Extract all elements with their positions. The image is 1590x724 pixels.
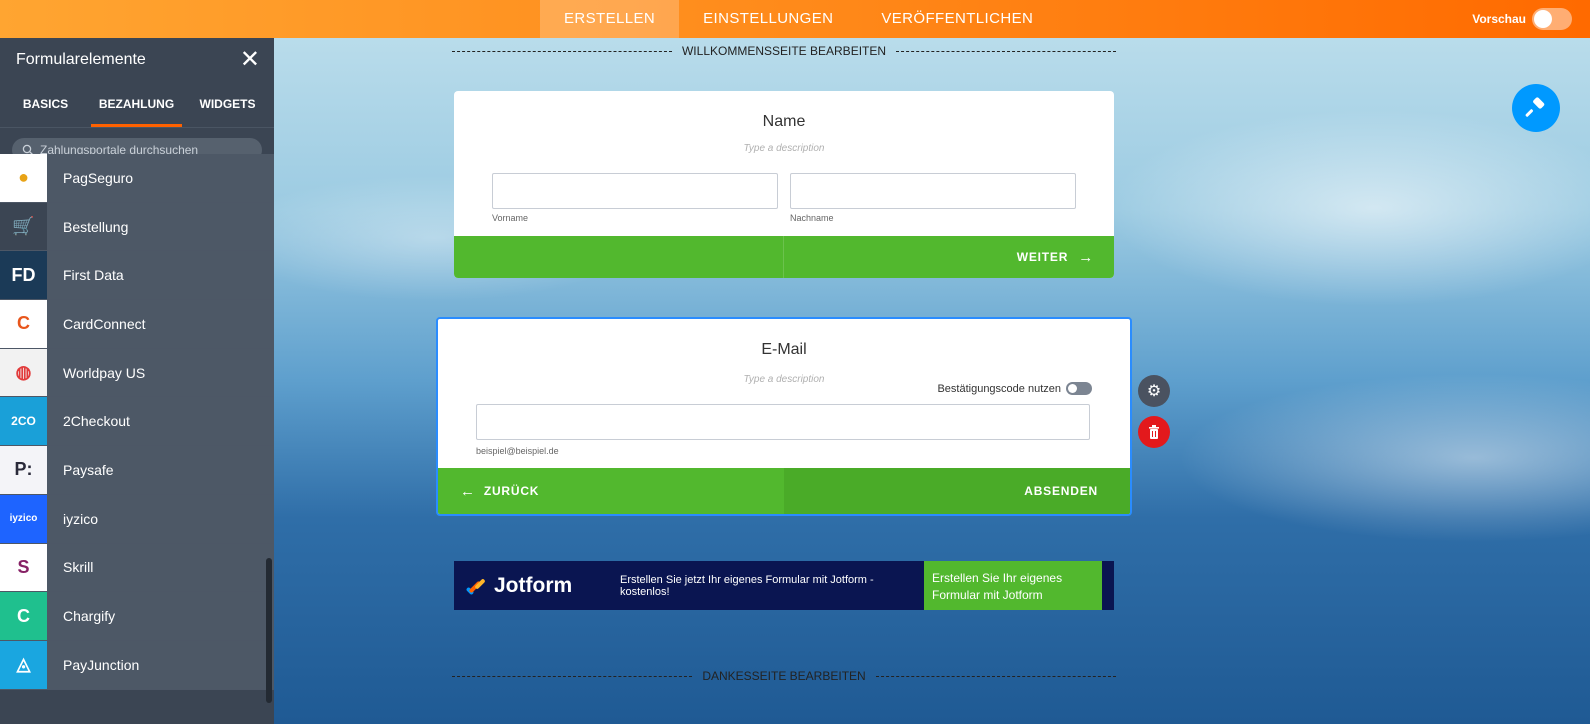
- jotform-message: Erstellen Sie jetzt Ihr eigenes Formular…: [620, 573, 874, 598]
- payment-gateway-item[interactable]: P: Paysafe: [0, 446, 274, 495]
- first-name-field[interactable]: [492, 173, 778, 209]
- payment-gateway-label: Bestellung: [63, 218, 129, 235]
- arrow-left-icon: ←: [460, 482, 476, 500]
- payment-gateway-item[interactable]: 2CO 2Checkout: [0, 397, 274, 447]
- gear-icon[interactable]: ⚙: [1138, 375, 1170, 407]
- next-button[interactable]: WEITER →: [784, 236, 1114, 278]
- email-title[interactable]: E-Mail: [438, 341, 1130, 359]
- name-card-footer: WEITER →: [454, 236, 1114, 278]
- jotform-logo[interactable]: Jotform: [454, 574, 620, 598]
- payjunction-icon: ◬: [0, 640, 47, 689]
- email-card-footer: ← ZURÜCK ABSENDEN: [438, 468, 1130, 514]
- trash-icon[interactable]: [1138, 416, 1170, 448]
- footer-left: [454, 236, 784, 278]
- payment-gateway-item[interactable]: C CardConnect: [0, 300, 274, 349]
- back-label: ZURÜCK: [483, 484, 540, 498]
- paysafe-icon: P:: [0, 446, 47, 494]
- payment-gateway-label: Worldpay US: [63, 364, 146, 381]
- thanks-page-label: DANKESSEITE BEARBEITEN: [702, 669, 866, 683]
- payment-gateway-label: CardConnect: [63, 315, 146, 332]
- sidebar-scrollbar[interactable]: [266, 558, 272, 703]
- form-designer-button[interactable]: [1512, 84, 1560, 132]
- form-canvas: WILLKOMMENSSEITE BEARBEITEN Name Type a …: [274, 38, 1590, 724]
- email-card[interactable]: E-Mail Type a description Bestätigungsco…: [436, 317, 1132, 516]
- cardconnect-icon: C: [0, 300, 47, 348]
- payment-gateway-label: iyzico: [63, 510, 99, 527]
- payment-gateway-label: PayJunction: [63, 656, 140, 673]
- payment-gateway-item[interactable]: S Skrill: [0, 543, 274, 593]
- jotform-banner: Jotform Erstellen Sie jetzt Ihr eigenes …: [454, 561, 1114, 610]
- first-name-sublabel: Vorname: [492, 213, 529, 223]
- worldpay-icon: ◍: [0, 348, 47, 397]
- close-icon[interactable]: ✕: [240, 48, 260, 72]
- verification-toggle[interactable]: [1066, 382, 1092, 395]
- pagseguro-icon: ●: [0, 154, 47, 202]
- payment-gateway-label: Skrill: [63, 559, 94, 576]
- shopping-cart-icon: 🛒: [0, 202, 47, 251]
- preview-label: Vorschau: [1472, 12, 1526, 26]
- jotform-brand: Jotform: [494, 573, 573, 597]
- payment-gateway-item[interactable]: 🛒 Bestellung: [0, 202, 274, 252]
- payment-gateway-item[interactable]: FD First Data: [0, 251, 274, 301]
- preview-toggle[interactable]: [1532, 8, 1572, 30]
- email-input-field[interactable]: [476, 404, 1090, 440]
- last-name-sublabel: Nachname: [790, 213, 834, 223]
- first-data-icon: FD: [0, 251, 47, 300]
- paint-roller-icon: [1525, 97, 1545, 117]
- payment-gateway-item[interactable]: ◍ Worldpay US: [0, 348, 274, 398]
- tab-bezahlung[interactable]: BEZAHLUNG: [91, 82, 182, 127]
- 2checkout-icon: 2CO: [0, 397, 47, 446]
- welcome-page-label: WILLKOMMENSSEITE BEARBEITEN: [681, 44, 887, 58]
- name-title[interactable]: Name: [454, 113, 1114, 131]
- form-elements-sidebar: Formularelemente ✕ BASICS BEZAHLUNG WIDG…: [0, 38, 274, 724]
- next-label: WEITER: [1016, 250, 1069, 264]
- payment-gateway-item[interactable]: iyzico iyzico: [0, 494, 274, 544]
- submit-button[interactable]: ABSENDEN: [784, 468, 1130, 514]
- payment-gateway-label: Chargify: [63, 608, 116, 625]
- tab-basics[interactable]: BASICS: [0, 82, 91, 127]
- tab-erstellen[interactable]: ERSTELLEN: [540, 0, 680, 38]
- tab-widgets[interactable]: WIDGETS: [182, 82, 273, 127]
- back-button[interactable]: ← ZURÜCK: [438, 468, 784, 514]
- payment-gateway-label: First Data: [63, 267, 124, 284]
- payment-gateway-label: Paysafe: [63, 461, 114, 478]
- preview-control: Vorschau: [1472, 8, 1572, 30]
- top-navigation-bar: ERSTELLEN EINSTELLUNGEN VERÖFFENTLICHEN …: [0, 0, 1590, 38]
- thanks-page-divider[interactable]: DANKESSEITE BEARBEITEN: [452, 666, 1117, 686]
- verification-control: Bestätigungscode nutzen: [937, 382, 1092, 395]
- iyzico-icon: iyzico: [0, 494, 47, 543]
- sidebar-title: Formularelemente: [16, 51, 146, 68]
- payment-gateway-label: 2Checkout: [63, 413, 130, 430]
- payment-gateway-item[interactable]: ◬ PayJunction: [0, 640, 274, 690]
- name-description[interactable]: Type a description: [454, 143, 1114, 154]
- name-card[interactable]: Name Type a description Vorname Nachname…: [454, 91, 1114, 278]
- skrill-icon: S: [0, 543, 47, 592]
- payment-gateway-item[interactable]: C Chargify: [0, 592, 274, 641]
- builder-tabs: ERSTELLEN EINSTELLUNGEN VERÖFFENTLICHEN: [540, 0, 1057, 38]
- welcome-page-divider[interactable]: WILLKOMMENSSEITE BEARBEITEN: [452, 41, 1117, 61]
- tab-veroeffentlichen[interactable]: VERÖFFENTLICHEN: [857, 0, 1057, 38]
- payment-gateway-item[interactable]: ● PagSeguro: [0, 154, 274, 203]
- chargify-icon: C: [0, 592, 47, 640]
- last-name-field[interactable]: [790, 173, 1076, 209]
- verification-label: Bestätigungscode nutzen: [937, 382, 1061, 395]
- payment-gateway-label: PagSeguro: [63, 169, 134, 186]
- jotform-logo-icon: [466, 578, 485, 594]
- jotform-cta-button[interactable]: Erstellen Sie Ihr eigenes Formular mit J…: [924, 561, 1102, 610]
- payment-gateway-list: ● PagSeguro 🛒 Bestellung FD First Data C CardCo…: [0, 154, 274, 690]
- arrow-right-icon: →: [1078, 248, 1094, 266]
- sidebar-header: Formularelemente ✕: [0, 38, 274, 82]
- submit-label: ABSENDEN: [1024, 484, 1098, 498]
- tab-einstellungen[interactable]: EINSTELLUNGEN: [679, 0, 857, 38]
- sidebar-tabs: BASICS BEZAHLUNG WIDGETS: [0, 82, 274, 128]
- email-example-sublabel: beispiel@beispiel.de: [476, 446, 559, 456]
